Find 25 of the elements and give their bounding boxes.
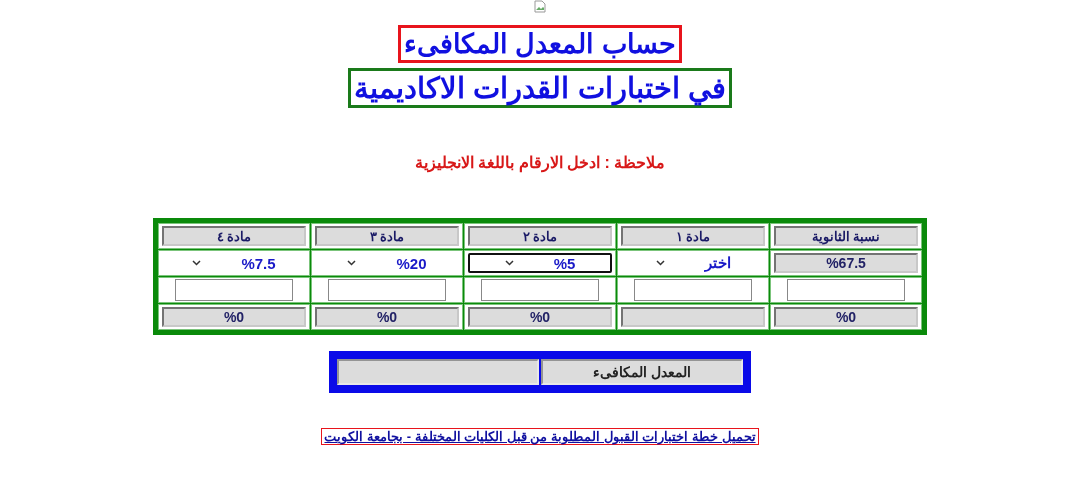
download-link[interactable]: تحميل خطة اختبارات القبول المطلوبة من قبل الكليات المختلفة - بجامعة الكويت bbox=[321, 428, 759, 445]
column-header: مادة ١ bbox=[621, 226, 765, 246]
caret-icon bbox=[347, 260, 357, 266]
equivalent-label: المعدل المكافىء bbox=[541, 359, 743, 385]
caret-icon bbox=[655, 260, 665, 266]
note-text: ملاحظة : ادخل الارقام باللغة الانجليزية bbox=[414, 153, 666, 172]
column-header: مادة ٤ bbox=[162, 226, 306, 246]
column-header: مادة ٣ bbox=[315, 226, 459, 246]
page-title: حساب المعدل المكافىء bbox=[398, 25, 682, 63]
percentage-field: %67.5 bbox=[774, 253, 918, 273]
weight-dropdown[interactable]: %5 bbox=[468, 253, 612, 273]
page-subtitle: في اختبارات القدرات الاكاديمية bbox=[348, 68, 732, 108]
column-header: نسبة الثانوية bbox=[774, 226, 918, 246]
input-field[interactable] bbox=[328, 279, 446, 301]
caret-icon bbox=[192, 260, 202, 266]
input-field[interactable] bbox=[634, 279, 752, 301]
result-field: %0 bbox=[468, 307, 612, 327]
input-field[interactable] bbox=[787, 279, 905, 301]
caret-icon bbox=[504, 260, 514, 266]
result-field: %0 bbox=[774, 307, 918, 327]
input-field[interactable] bbox=[481, 279, 599, 301]
result-field: %0 bbox=[315, 307, 459, 327]
column-header: مادة ٢ bbox=[468, 226, 612, 246]
input-field[interactable] bbox=[175, 279, 293, 301]
result-field: %0 bbox=[162, 307, 306, 327]
